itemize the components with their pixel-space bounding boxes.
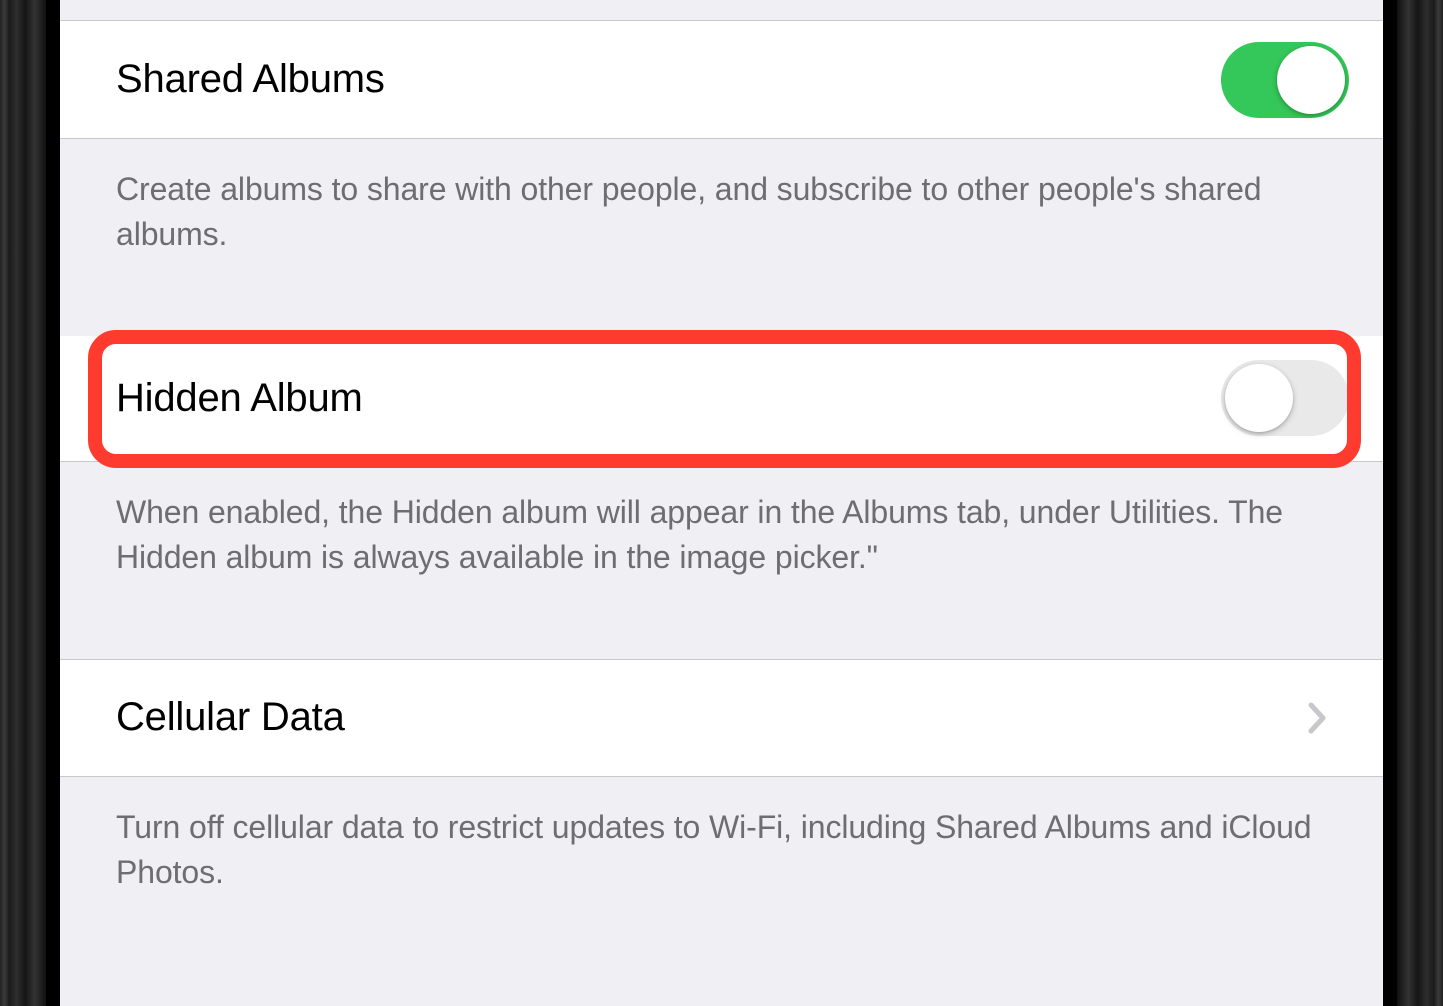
shared-albums-footer: Create albums to share with other people… (60, 139, 1383, 304)
cellular-data-footer: Turn off cellular data to restrict updat… (60, 777, 1383, 956)
section-separator-top (60, 0, 1383, 21)
toggle-knob (1225, 364, 1293, 432)
shared-albums-label: Shared Albums (116, 57, 385, 102)
shared-albums-row[interactable]: Shared Albums (60, 21, 1383, 139)
toggle-knob (1277, 46, 1345, 114)
device-rail-left (0, 0, 46, 1006)
device-frame: Shared Albums Create albums to share wit… (0, 0, 1443, 1006)
device-rail-right (1397, 0, 1443, 1006)
shared-albums-toggle[interactable] (1221, 42, 1349, 118)
section-gap (60, 627, 1383, 659)
settings-screen: Shared Albums Create albums to share wit… (60, 0, 1383, 1006)
device-bezel-right (1383, 0, 1397, 1006)
hidden-album-row[interactable]: Hidden Album (60, 336, 1383, 462)
cellular-data-label: Cellular Data (116, 695, 345, 740)
chevron-right-icon (1307, 701, 1329, 735)
hidden-album-footer: When enabled, the Hidden album will appe… (60, 462, 1383, 627)
section-gap (60, 304, 1383, 336)
hidden-album-toggle[interactable] (1221, 360, 1349, 436)
cellular-data-row[interactable]: Cellular Data (60, 659, 1383, 777)
device-bezel-left (46, 0, 60, 1006)
hidden-album-label: Hidden Album (116, 376, 363, 421)
